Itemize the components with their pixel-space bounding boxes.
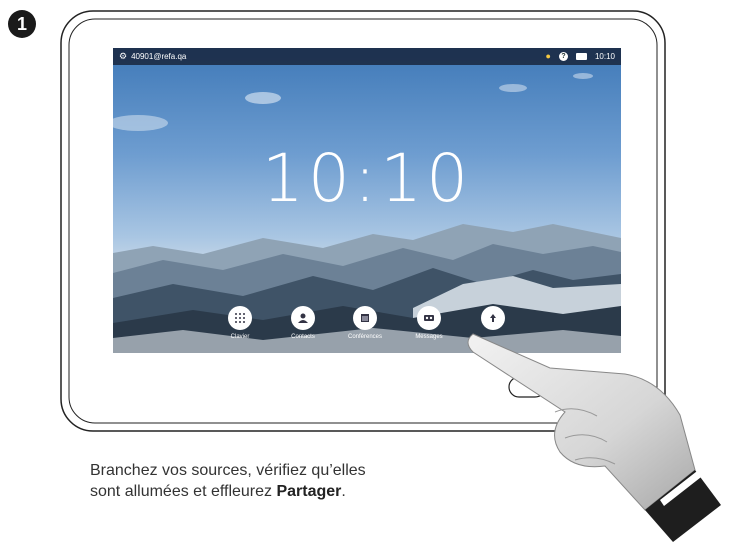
step-number: 1 [16,13,27,34]
help-icon[interactable]: ? [558,51,568,61]
messages-button-label: Messages [415,334,443,340]
step-number-badge: 1 [8,10,36,38]
gear-icon[interactable]: ⚙ [119,51,127,62]
keypad-icon [228,306,252,330]
camera-self-view-icon[interactable] [575,52,587,60]
caption-line-2-prefix: sont allumées et effleurez [90,483,277,500]
voicemail-icon [417,306,441,330]
keypad-button-label: Clavier [230,334,250,340]
address-label: 40901@refa.qa [131,52,187,61]
device-screen: ⚙ 40901@refa.qa ● ? 10:10 10:10 Clavier [113,48,621,353]
main-clock: 10:10 [261,140,473,217]
caption-line-2: sont allumées et effleurez Partager. [90,481,510,502]
instruction-caption: Branchez vos sources, vérifiez qu’elles … [90,460,510,502]
pointing-hand-icon [467,333,721,542]
calendar-icon [353,306,377,330]
conferences-button-label: Conférences [347,334,383,340]
caption-line-2-suffix: . [341,483,346,500]
contacts-icon [291,306,315,330]
contacts-button-label: Contacts [291,334,315,340]
conferences-button[interactable]: Conférences [335,306,395,340]
time-label: 10:10 [594,51,615,61]
keypad-button[interactable]: Clavier [210,306,270,340]
caption-line-1: Branchez vos sources, vérifiez qu’elles [90,462,366,479]
messages-button[interactable]: Messages [399,306,459,340]
contacts-button[interactable]: Contacts [273,306,333,340]
lightbulb-icon[interactable]: ● [546,51,551,61]
caption-share-emphasis: Partager [276,483,342,500]
status-bar: ⚙ 40901@refa.qa ● ? 10:10 [113,48,621,65]
